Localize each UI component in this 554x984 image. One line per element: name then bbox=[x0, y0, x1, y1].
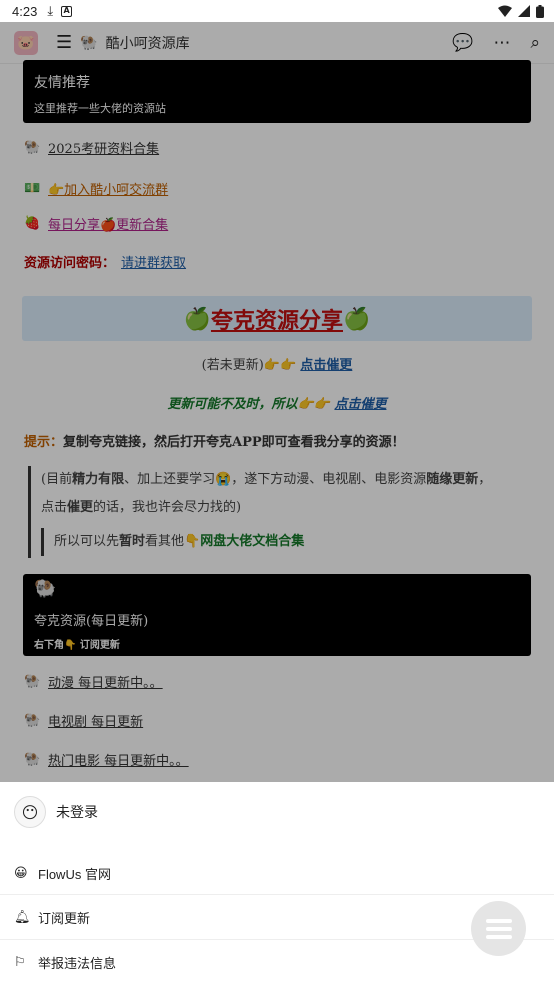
subscribe-item[interactable]: 🔔︎ 订阅更新 bbox=[14, 908, 90, 927]
report-item[interactable]: ⚐ 举报违法信息 bbox=[14, 953, 116, 972]
flowus-logo-icon: 😀 bbox=[14, 866, 28, 881]
status-time: 4:23 bbox=[12, 3, 38, 19]
divider bbox=[0, 939, 554, 940]
battery-icon bbox=[536, 4, 544, 18]
status-bar: 4:23 ⤓ A bbox=[0, 0, 554, 22]
item-label: 订阅更新 bbox=[38, 912, 91, 927]
app-notification-icon: A bbox=[61, 5, 73, 17]
item-label: FlowUs 官网 bbox=[38, 867, 111, 882]
wifi-icon bbox=[498, 5, 512, 17]
dim-overlay[interactable] bbox=[0, 22, 554, 782]
item-label: 举报违法信息 bbox=[38, 957, 117, 972]
divider bbox=[0, 894, 554, 895]
bell-icon: 🔔︎ bbox=[14, 910, 31, 925]
bottom-sheet: 😶 未登录 😀 FlowUs 官网 🔔︎ 订阅更新 ⚐ 举报违法信息 bbox=[0, 782, 554, 984]
login-row[interactable]: 😶 未登录 bbox=[14, 796, 98, 828]
report-icon: ⚐ bbox=[14, 955, 26, 970]
download-icon: ⤓ bbox=[47, 3, 54, 19]
signal-icon bbox=[518, 5, 530, 17]
login-status: 未登录 bbox=[56, 805, 98, 821]
floating-menu-button[interactable] bbox=[471, 901, 526, 956]
flowus-website-item[interactable]: 😀 FlowUs 官网 bbox=[14, 864, 111, 883]
user-avatar-icon: 😶 bbox=[14, 796, 46, 828]
status-icons bbox=[498, 4, 544, 18]
